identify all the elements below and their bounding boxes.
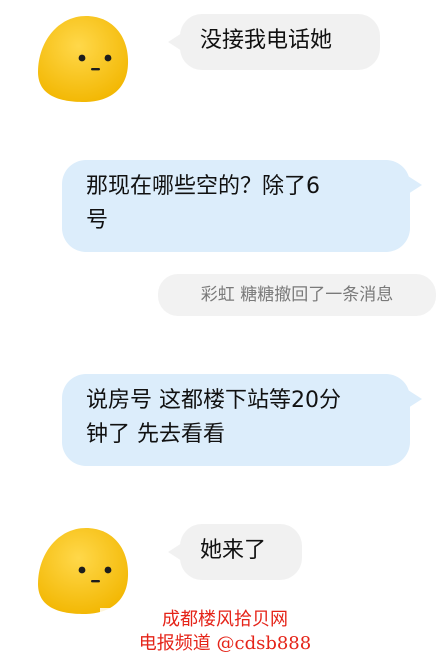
message-text-line: 号 bbox=[86, 208, 109, 233]
watermark: 成都楼风拾贝网 电报频道 @cdsb888 bbox=[100, 608, 350, 656]
message-text: 她来了 bbox=[200, 538, 267, 563]
message-text-line: 说房号 这都楼下站等20分 bbox=[86, 388, 341, 413]
message-bubble-outgoing[interactable]: 说房号 这都楼下站等20分 钟了 先去看看 bbox=[62, 374, 410, 466]
message-text: 没接我电话她 bbox=[200, 28, 333, 53]
avatar[interactable] bbox=[34, 12, 134, 108]
message-bubble-outgoing[interactable]: 那现在哪些空的？除了6 号 bbox=[62, 160, 410, 252]
bubble-tail bbox=[408, 176, 422, 194]
message-bubble-incoming[interactable]: 没接我电话她 bbox=[180, 14, 380, 70]
message-bubble-incoming[interactable]: 她来了 bbox=[180, 524, 302, 580]
bubble-tail bbox=[408, 390, 422, 408]
message-text-line: 钟了 先去看看 bbox=[86, 422, 225, 447]
avatar[interactable] bbox=[34, 524, 134, 620]
message-text-line: 那现在哪些空的？除了6 bbox=[86, 174, 320, 199]
watermark-line: 成都楼风拾贝网 bbox=[162, 609, 288, 630]
watermark-line: 电报频道 @cdsb888 bbox=[138, 633, 312, 654]
recall-notice: 彩虹 糖糖撤回了一条消息 bbox=[158, 274, 436, 316]
